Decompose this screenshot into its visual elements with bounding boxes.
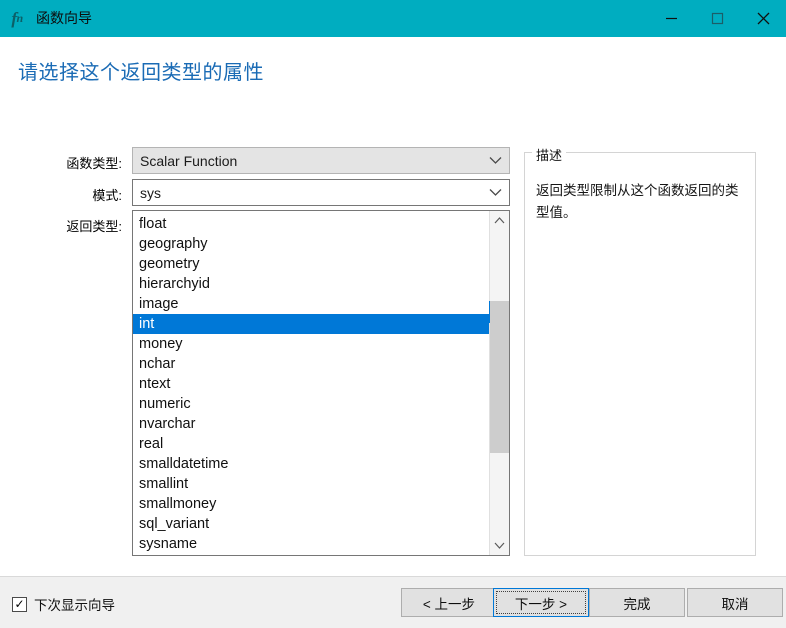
- back-button[interactable]: < 上一步: [401, 588, 497, 617]
- function-type-combo[interactable]: Scalar Function: [132, 147, 510, 174]
- list-item[interactable]: smallint: [133, 474, 489, 494]
- page-title: 请选择这个返回类型的属性: [18, 62, 264, 84]
- list-item[interactable]: money: [133, 334, 489, 354]
- function-fx-icon: fn: [11, 8, 23, 28]
- schema-label: 模式:: [92, 188, 122, 203]
- minimize-icon[interactable]: [648, 0, 694, 37]
- cancel-button-label: 取消: [721, 596, 749, 612]
- checkbox-check-icon: ✓: [12, 596, 27, 612]
- list-item[interactable]: nvarchar: [133, 414, 489, 434]
- footer-separator: [0, 576, 786, 577]
- chevron-down-icon: [481, 188, 509, 197]
- function-type-value: Scalar Function: [140, 152, 238, 169]
- schema-combo[interactable]: sys: [132, 179, 510, 206]
- list-item[interactable]: image: [133, 294, 489, 314]
- finish-button-label: 完成: [623, 596, 651, 612]
- description-legend: 描述: [532, 145, 567, 164]
- list-item[interactable]: float: [133, 214, 489, 234]
- listbox-scrollbar[interactable]: [489, 211, 509, 555]
- list-item[interactable]: numeric: [133, 394, 489, 414]
- list-item[interactable]: smallmoney: [133, 494, 489, 514]
- show-wizard-checkbox[interactable]: ✓ 下次显示向导: [12, 594, 115, 614]
- return-type-listbox[interactable]: float geography geometry hierarchyid image in…: [132, 210, 510, 556]
- next-button[interactable]: 下一步 >: [493, 588, 589, 617]
- list-item[interactable]: geometry: [133, 254, 489, 274]
- close-icon[interactable]: [740, 0, 786, 37]
- scroll-up-icon[interactable]: [490, 211, 509, 230]
- maximize-icon[interactable]: [694, 0, 740, 37]
- description-text: 返回类型限制从这个函数返回的类型值。: [536, 183, 739, 220]
- window-controls: [648, 0, 786, 37]
- list-item[interactable]: hierarchyid: [133, 274, 489, 294]
- back-button-label: < 上一步: [422, 596, 476, 612]
- next-button-label: 下一步 >: [514, 596, 568, 612]
- list-item[interactable]: nchar: [133, 354, 489, 374]
- show-wizard-checkbox-label: 下次显示向导: [34, 598, 115, 613]
- list-item[interactable]: geography: [133, 234, 489, 254]
- list-item[interactable]: sql_variant: [133, 514, 489, 534]
- list-item[interactable]: real: [133, 434, 489, 454]
- chevron-down-icon: [481, 156, 509, 165]
- return-type-list-items: float geography geometry hierarchyid image in…: [133, 211, 489, 554]
- list-item[interactable]: ntext: [133, 374, 489, 394]
- scroll-down-icon[interactable]: [490, 536, 509, 555]
- window-title: 函数向导: [36, 10, 92, 26]
- cancel-button[interactable]: 取消: [687, 588, 783, 617]
- title-bar: fn 函数向导: [0, 0, 786, 37]
- schema-value: sys: [140, 184, 161, 201]
- list-item[interactable]: smalldatetime: [133, 454, 489, 474]
- return-type-label: 返回类型:: [66, 219, 122, 234]
- scrollbar-thumb[interactable]: [490, 301, 509, 453]
- function-type-label: 函数类型:: [66, 156, 122, 171]
- list-item[interactable]: int: [133, 314, 489, 334]
- finish-button[interactable]: 完成: [589, 588, 685, 617]
- list-item[interactable]: sysname: [133, 534, 489, 554]
